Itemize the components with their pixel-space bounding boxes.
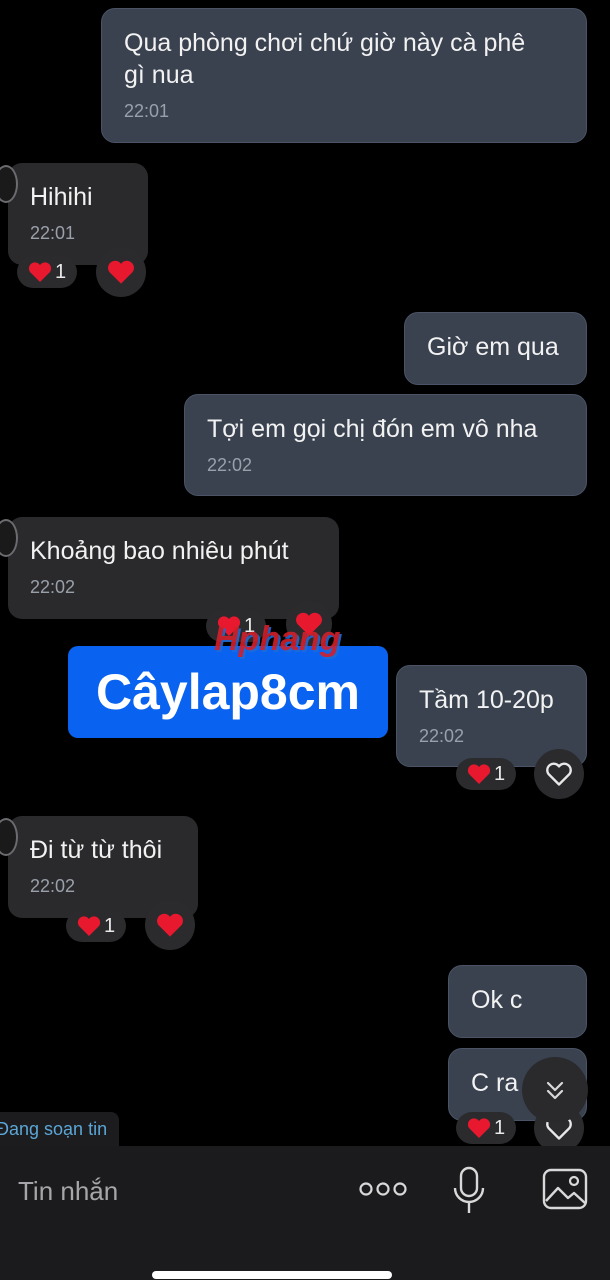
message-time: 22:01 [30,223,76,243]
voice-button[interactable] [448,1164,490,1218]
message-composer: Tin nhắn [0,1146,610,1280]
message-bubble-incoming[interactable]: Khoảng bao nhiêu phút 22:02 [0,517,339,619]
scroll-down-button[interactable] [522,1057,588,1123]
message-text: Khoảng bao nhiêu phút [30,537,289,565]
react-button[interactable] [145,900,195,950]
heart-reaction-icon [28,262,52,282]
avatar[interactable] [0,165,18,203]
message-text: Giờ em qua [427,333,559,361]
more-dots-icon [359,1182,407,1196]
reaction-count: 1 [54,260,67,283]
reaction-count-badge[interactable]: 1 [456,758,516,790]
message-time: 22:02 [30,577,76,597]
reaction-count-badge[interactable]: 1 [456,1112,516,1144]
message-text: Tợi em gọi chị đón em vô nha [207,415,538,443]
message-text: Đi từ từ thôi [30,836,163,864]
message-bubble-outgoing[interactable]: Tợi em gọi chị đón em vô nha 22:02 [184,394,587,496]
avatar[interactable] [0,818,18,856]
heart-reaction-icon [467,1118,491,1138]
message-bubble-outgoing[interactable]: Qua phòng chơi chứ giờ này cà phê gì nua… [101,8,587,143]
reaction-count-badge[interactable]: 1 [17,256,77,288]
message-input[interactable]: Tin nhắn [18,1176,118,1207]
heart-reaction-icon [157,913,183,937]
reaction-count: 1 [493,1116,506,1139]
message-text: Hihihi [30,183,93,211]
heart-reaction-icon [467,764,491,784]
watermark-brand: Hphang [214,620,341,658]
typing-indicator: Đang soạn tin [0,1112,120,1146]
message-text: Qua phòng chơi chứ giờ này cà phê gì nua [124,29,526,89]
message-time: 22:02 [30,876,76,896]
message-text: Ok c [471,986,523,1014]
heart-outline-icon [546,762,572,786]
message-bubble-outgoing[interactable]: Ok c [448,965,587,1038]
home-indicator[interactable] [152,1271,392,1279]
react-button[interactable] [534,749,584,799]
reaction-count-badge[interactable]: 1 [66,910,126,942]
react-button[interactable] [96,247,146,297]
message-time: 22:02 [207,455,253,475]
message-text: Tầm 10-20p [419,686,554,714]
heart-reaction-icon [108,260,134,284]
scroll-down-icon [546,1081,564,1100]
watermark-label: Câylap8cm [68,646,388,738]
message-time: 22:02 [419,726,465,746]
more-button[interactable] [356,1174,410,1204]
typing-indicator-text: Đang soạn tin [0,1118,108,1139]
heart-reaction-icon [77,916,101,936]
reaction-count: 1 [493,762,506,785]
microphone-icon [453,1166,485,1213]
avatar[interactable] [0,519,18,557]
gallery-button[interactable] [540,1166,590,1212]
message-bubble-outgoing[interactable]: Giờ em qua [404,312,587,385]
message-time: 22:01 [124,101,170,121]
watermark-text: Câylap8cm [95,664,361,720]
reaction-count: 1 [103,914,116,937]
image-icon [542,1168,588,1210]
